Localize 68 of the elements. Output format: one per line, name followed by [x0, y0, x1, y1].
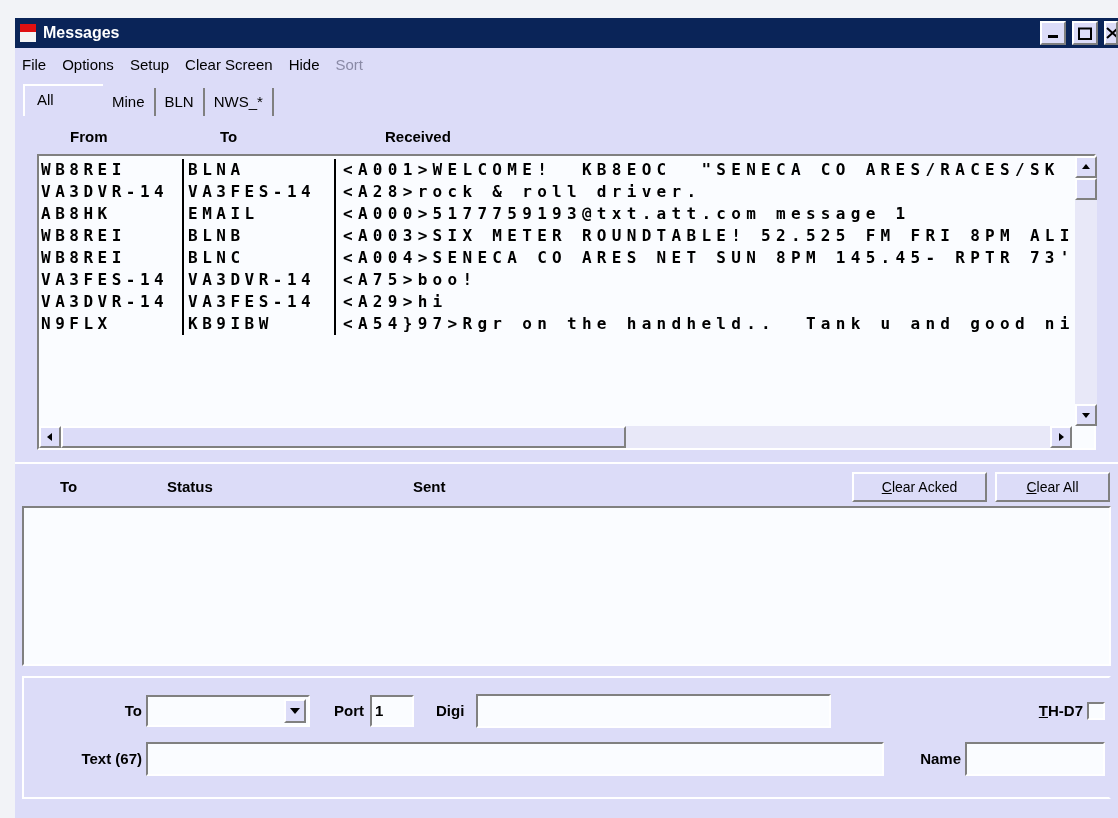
table-cell: BLNA: [184, 159, 336, 181]
menu-item[interactable]: Setup: [129, 53, 170, 77]
scroll-left-button[interactable]: [39, 426, 61, 448]
field-label: Text (67): [80, 748, 143, 769]
text-field[interactable]: [146, 742, 884, 776]
table-cell: EMAIL: [184, 203, 336, 225]
column-header: Received: [385, 126, 451, 147]
close-button[interactable]: [1104, 21, 1118, 45]
window-title: Messages: [43, 23, 120, 43]
to-dropdown[interactable]: [146, 695, 310, 727]
port-field[interactable]: 1: [370, 695, 414, 727]
table-cell-text: <A004>SENECA CO ARES NET SUN 8PM 145.45- RPTR 73': [342, 247, 1075, 269]
scroll-up-button[interactable]: [1074, 156, 1097, 178]
close-icon: [1106, 27, 1116, 39]
table-cell-text: <A003>SIX METER ROUNDTABLE! 52.525 FM FRI 8PM ALI: [342, 225, 1075, 247]
table-cell-text: <A001>WELCOME! KB8EOC "SENECA CO ARES/RACES/SK: [342, 159, 1060, 181]
field-label: Digi: [436, 700, 465, 721]
checkbox-label: TH-D7: [1038, 700, 1083, 721]
minimize-button[interactable]: [1040, 21, 1066, 45]
menu-item[interactable]: Clear Screen: [185, 53, 273, 77]
vertical-scrollbar[interactable]: [1074, 156, 1097, 426]
notepad-icon: [19, 23, 37, 43]
digi-field[interactable]: [476, 694, 832, 728]
minimize-icon: [1048, 35, 1058, 38]
checkbox[interactable]: [1087, 702, 1105, 720]
field-label: Port: [334, 700, 364, 721]
field-label: To: [123, 700, 143, 721]
tab[interactable]: All: [23, 84, 103, 116]
column-header: Status: [167, 476, 214, 497]
clear-button[interactable]: Clear All: [995, 472, 1110, 502]
field-label: Name: [920, 748, 961, 769]
caret-icon: [290, 708, 300, 714]
table-cell: VA3DVR-14: [184, 269, 336, 291]
dropdown-button[interactable]: [284, 699, 306, 723]
table-cell: VA3FES-14: [184, 291, 336, 313]
clear-button[interactable]: Clear Acked: [852, 472, 987, 502]
table-cell: N9FLX: [39, 313, 184, 335]
menu-item[interactable]: File: [22, 53, 47, 77]
table-cell: KB9IBW: [184, 313, 336, 335]
menu-item[interactable]: Hide: [288, 53, 320, 77]
table-cell: WB8REI: [39, 225, 184, 247]
column-header: To: [220, 126, 239, 147]
table-cell: VA3DVR-14: [39, 291, 184, 313]
table-cell: VA3FES-14: [184, 181, 336, 203]
name-field[interactable]: [965, 742, 1105, 776]
column-header: Sent: [413, 476, 446, 497]
scroll-thumb[interactable]: [1074, 178, 1097, 200]
table-cell: BLNB: [184, 225, 336, 247]
table-cell: WB8REI: [39, 247, 184, 269]
maximize-button[interactable]: [1072, 21, 1098, 45]
table-cell: BLNC: [184, 247, 336, 269]
table-cell-text: <A29>hi: [342, 291, 448, 313]
table-cell: WB8REI: [39, 159, 184, 181]
table-cell-text: <A28>rock & roll driver.: [342, 181, 702, 203]
table-cell: VA3DVR-14: [39, 181, 184, 203]
table-cell: VA3FES-14: [39, 269, 184, 291]
table-cell-text: <A54}97>Rgr on the handheld.. Tank u and good ni: [342, 313, 1075, 335]
scroll-down-button[interactable]: [1074, 404, 1097, 426]
maximize-icon: [1078, 26, 1092, 40]
column-header: To: [60, 476, 79, 497]
scroll-thumb[interactable]: [61, 426, 626, 448]
menu-item[interactable]: Options: [62, 53, 114, 77]
table-cell-text: <A000>5177759193@txt.att.com message 1: [342, 203, 911, 225]
scroll-right-button[interactable]: [1050, 426, 1072, 448]
table-cell: AB8HK: [39, 203, 184, 225]
column-header: From: [70, 126, 109, 147]
horizontal-scrollbar[interactable]: [39, 426, 1072, 448]
table-cell-text: <A75>boo!: [342, 269, 478, 291]
